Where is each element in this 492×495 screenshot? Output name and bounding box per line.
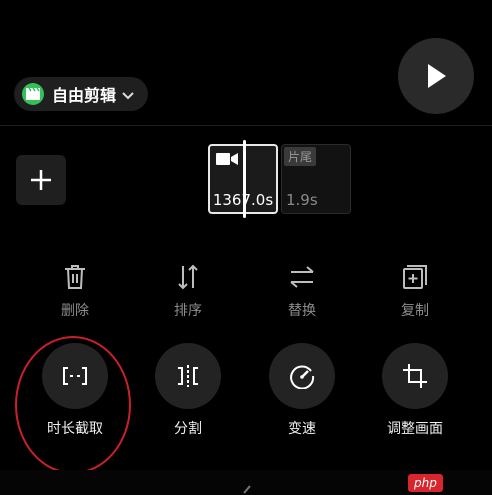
- crop-icon: [403, 364, 427, 388]
- header-divider: [0, 125, 492, 126]
- copy-label: 复制: [401, 303, 429, 319]
- adjust-frame-label: 调整画面: [387, 421, 443, 437]
- speed-label: 变速: [288, 421, 316, 437]
- sort-button[interactable]: 排序: [143, 262, 233, 320]
- plus-icon: [31, 170, 51, 190]
- split-label: 分割: [174, 421, 202, 437]
- clapperboard-icon: [22, 83, 44, 105]
- play-button[interactable]: [398, 38, 474, 114]
- annotation-circle: [15, 336, 131, 474]
- copy-button[interactable]: 复制: [370, 262, 460, 320]
- copy-icon: [370, 262, 460, 292]
- swap-icon: [257, 262, 347, 292]
- ending-duration: 1.9s: [286, 191, 318, 209]
- split-icon: [178, 365, 198, 387]
- speed-icon: [290, 365, 315, 389]
- ending-tag: 片尾: [284, 147, 317, 166]
- sort-label: 排序: [174, 303, 202, 319]
- replace-label: 替换: [288, 303, 316, 319]
- delete-label: 删除: [61, 303, 89, 319]
- playhead[interactable]: [243, 140, 246, 218]
- sort-icon: [143, 262, 233, 292]
- delete-button[interactable]: 删除: [30, 262, 120, 320]
- edit-mode-dropdown[interactable]: 自由剪辑: [14, 77, 148, 111]
- back-gesture-icon: [243, 485, 251, 494]
- chevron-down-icon: [122, 85, 134, 104]
- split-button[interactable]: 分割: [138, 343, 238, 438]
- edit-mode-label: 自由剪辑: [52, 86, 117, 105]
- add-clip-button[interactable]: [16, 155, 66, 205]
- play-icon: [428, 64, 446, 88]
- watermark-logo: php: [408, 474, 443, 492]
- trash-icon: [30, 262, 120, 292]
- ending-clip[interactable]: 片尾 1.9s: [281, 144, 351, 214]
- speed-button[interactable]: 变速: [252, 343, 352, 438]
- adjust-frame-button[interactable]: 调整画面: [365, 343, 465, 438]
- video-camera-icon: [216, 153, 238, 165]
- replace-button[interactable]: 替换: [257, 262, 347, 320]
